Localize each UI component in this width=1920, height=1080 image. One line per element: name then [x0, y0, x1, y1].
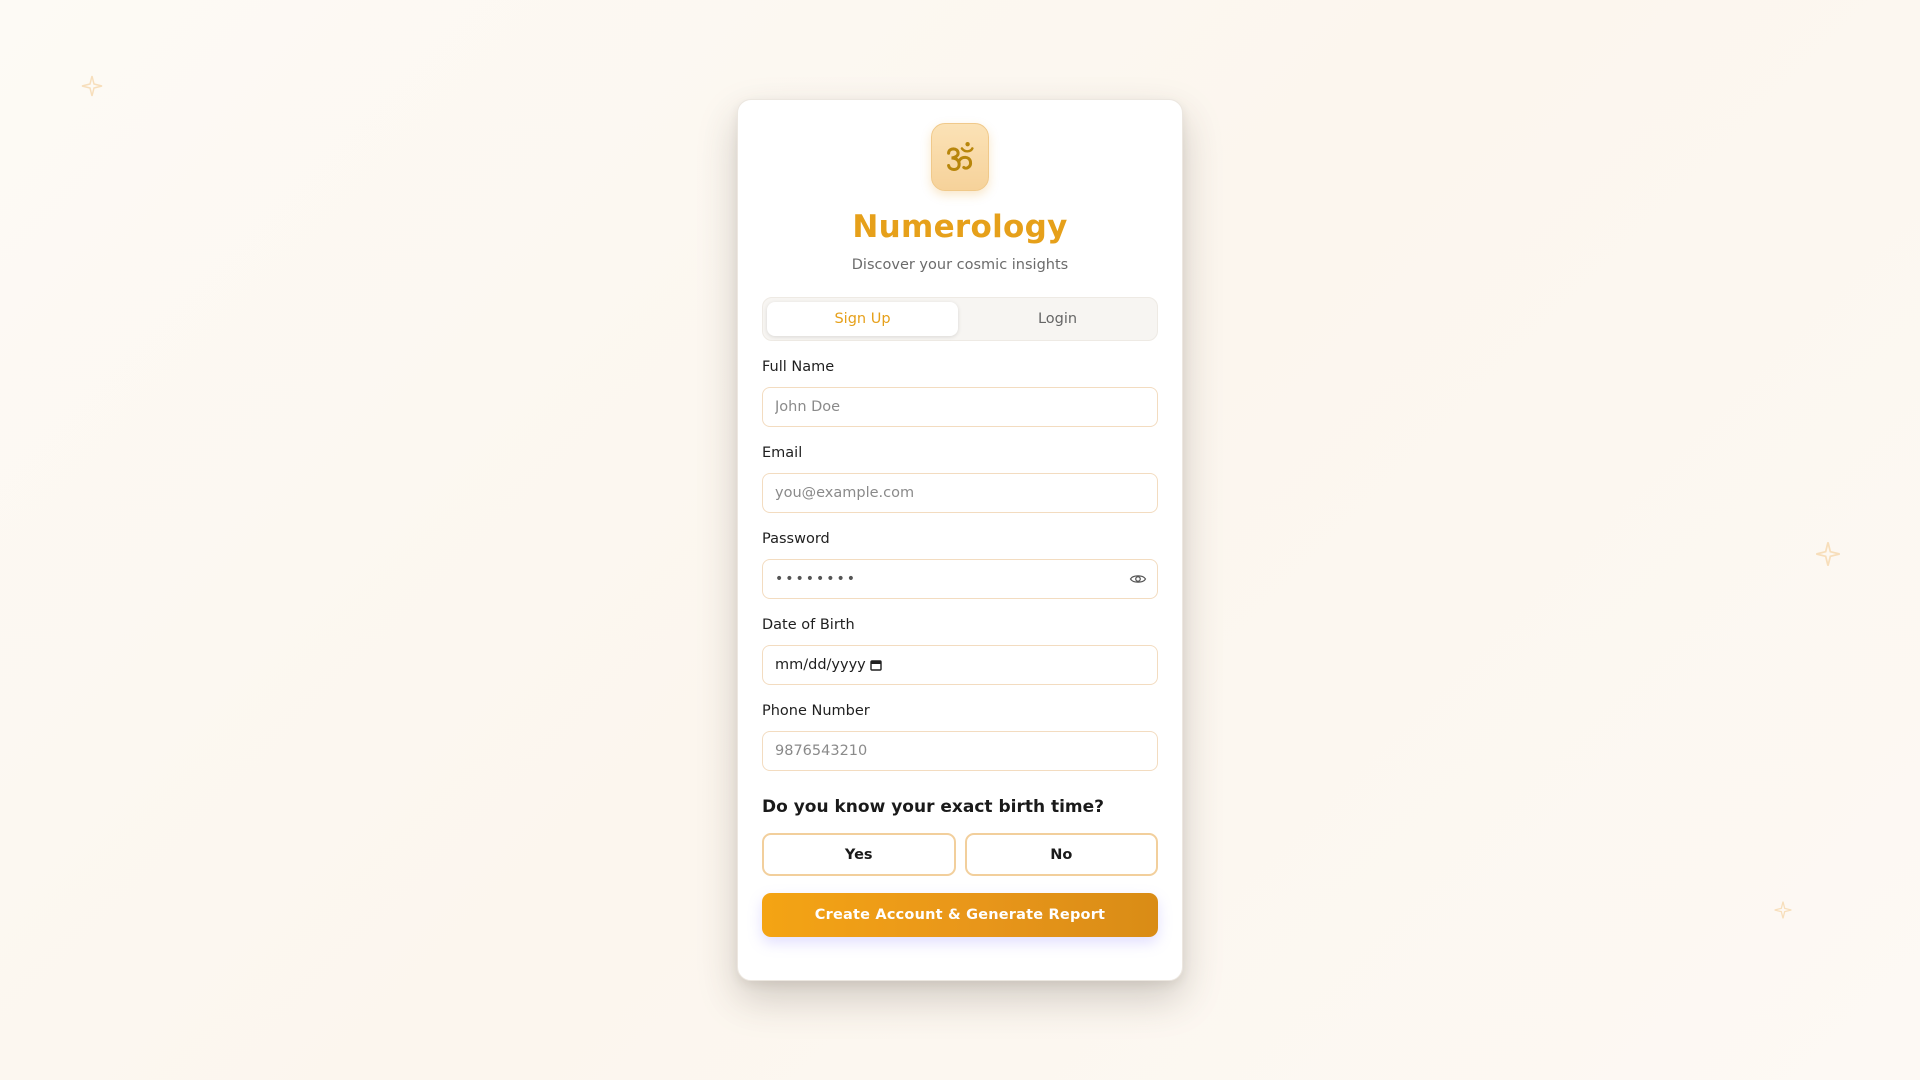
tab-login[interactable]: Login	[962, 302, 1153, 336]
phone-group: Phone Number	[762, 703, 1158, 771]
yes-button[interactable]: Yes	[762, 833, 956, 876]
birth-time-question: Do you know your exact birth time?	[762, 797, 1105, 817]
phone-input[interactable]	[762, 731, 1158, 771]
dob-label: Date of Birth	[762, 617, 855, 633]
create-account-button[interactable]: Create Account & Generate Report	[762, 893, 1158, 937]
sparkle-icon	[80, 74, 104, 98]
password-group: Password ••••••••	[762, 531, 1158, 599]
no-button[interactable]: No	[964, 833, 1158, 876]
password-value: ••••••••	[775, 571, 858, 587]
dob-input[interactable]: mm/dd/yyyy	[762, 645, 1158, 685]
eye-icon[interactable]	[1129, 570, 1147, 588]
full-name-label: Full Name	[762, 359, 835, 375]
password-input[interactable]: ••••••••	[762, 559, 1158, 599]
password-label: Password	[762, 531, 830, 547]
sparkle-icon	[1773, 900, 1793, 920]
sparkle-icon	[1814, 540, 1842, 568]
tab-sign-up[interactable]: Sign Up	[767, 302, 958, 336]
dob-value: mm/dd/yyyy	[775, 657, 866, 673]
logo-wrap	[762, 123, 1158, 191]
app-title: Numerology	[852, 209, 1068, 245]
full-name-input[interactable]	[762, 387, 1158, 427]
signup-card: Numerology Discover your cosmic insights…	[737, 99, 1183, 981]
email-group: Email	[762, 445, 1158, 513]
app-subtitle: Discover your cosmic insights	[851, 257, 1069, 273]
full-name-group: Full Name	[762, 359, 1158, 427]
birth-time-options: Yes No	[762, 833, 1158, 876]
email-label: Email	[762, 445, 803, 461]
email-input[interactable]	[762, 473, 1158, 513]
phone-label: Phone Number	[762, 703, 870, 719]
om-icon	[931, 123, 989, 191]
calendar-icon[interactable]	[870, 659, 882, 671]
dob-group: Date of Birth mm/dd/yyyy	[762, 617, 1158, 685]
auth-tabs: Sign Up Login	[762, 297, 1158, 341]
